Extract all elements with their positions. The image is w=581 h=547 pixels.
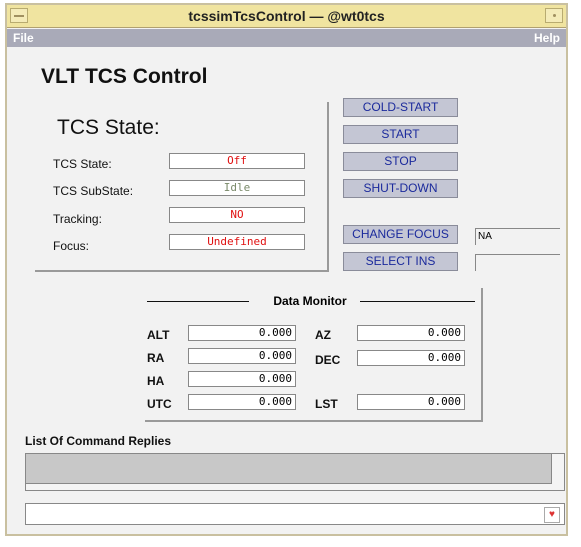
dec-label: DEC (315, 353, 341, 367)
tracking-value: NO (169, 207, 305, 223)
alt-label: ALT (147, 328, 170, 342)
application-window: tcssimTcsControl — @wt0tcs File Help VLT… (5, 3, 568, 536)
ha-label: HA (147, 374, 165, 388)
command-input[interactable]: ♥ (25, 503, 565, 525)
tcs-substate-label: TCS SubState: (53, 184, 134, 198)
focus-label: Focus: (53, 239, 90, 253)
app-title: VLT TCS Control (41, 65, 208, 88)
window-close-button[interactable] (545, 8, 563, 23)
change-focus-button[interactable]: CHANGE FOCUS (343, 225, 458, 244)
menu-bar: File Help (7, 29, 566, 47)
az-value: 0.000 (357, 325, 465, 341)
cold-start-button[interactable]: COLD-START (343, 98, 458, 117)
data-monitor-panel: Data Monitor ALT 0.000 AZ 0.000 RA 0.000… (145, 288, 483, 422)
title-bar[interactable]: tcssimTcsControl — @wt0tcs (7, 5, 566, 28)
shutdown-button[interactable]: SHUT-DOWN (343, 179, 458, 198)
az-label: AZ (315, 328, 331, 342)
lst-value: 0.000 (357, 394, 465, 410)
command-replies-label: List Of Command Replies (25, 434, 172, 448)
vertical-scrollbar[interactable] (551, 454, 564, 490)
start-button[interactable]: START (343, 125, 458, 144)
instrument-input[interactable] (475, 254, 560, 271)
ha-value: 0.000 (188, 371, 296, 387)
tcs-state-heading: TCS State: (57, 116, 160, 139)
tcs-substate-value: Idle (169, 180, 305, 196)
monitor-rule-right (360, 301, 475, 302)
alt-value: 0.000 (188, 325, 296, 341)
window-title: tcssimTcsControl — @wt0tcs (188, 8, 385, 24)
select-ins-button[interactable]: SELECT INS (343, 252, 458, 271)
ra-label: RA (147, 351, 165, 365)
utc-value: 0.000 (188, 394, 296, 410)
tcs-state-panel: TCS State: TCS State: Off TCS SubState: … (35, 102, 329, 272)
utc-label: UTC (147, 397, 172, 411)
ra-value: 0.000 (188, 348, 296, 364)
horizontal-scrollbar[interactable] (26, 483, 552, 490)
dec-value: 0.000 (357, 350, 465, 366)
menu-help[interactable]: Help (534, 31, 560, 45)
menu-file[interactable]: File (13, 31, 34, 45)
dot-icon (553, 14, 556, 17)
stop-button[interactable]: STOP (343, 152, 458, 171)
tcs-state-label: TCS State: (53, 157, 112, 171)
heart-icon[interactable]: ♥ (544, 507, 560, 523)
lst-label: LST (315, 397, 338, 411)
command-replies-list[interactable] (25, 453, 565, 491)
focus-input[interactable]: NA (475, 228, 560, 245)
focus-value: Undefined (169, 234, 305, 250)
tcs-state-value: Off (169, 153, 305, 169)
tracking-label: Tracking: (53, 212, 102, 226)
